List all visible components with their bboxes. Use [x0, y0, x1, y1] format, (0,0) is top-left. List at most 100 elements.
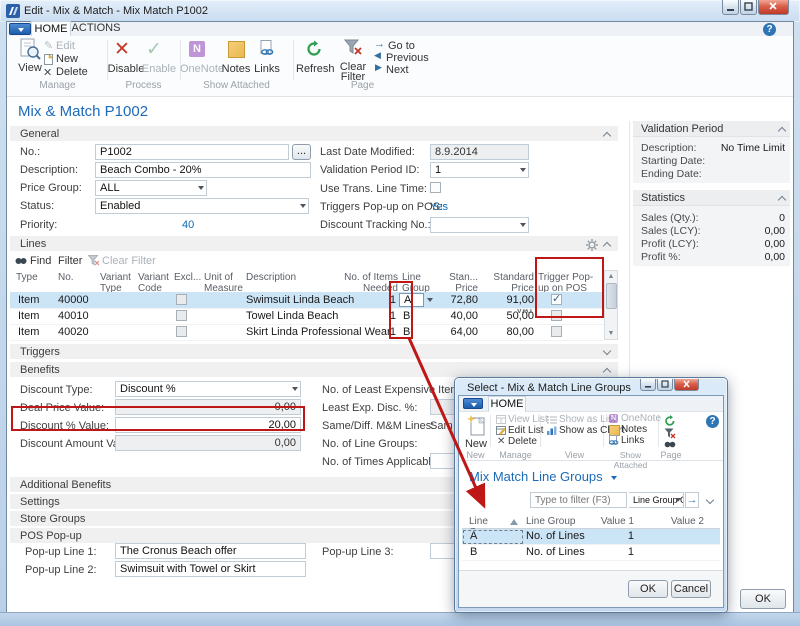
scroll-down-icon[interactable]: ▼ — [605, 328, 617, 339]
trigger-popup-checkbox[interactable] — [551, 326, 562, 337]
select-line-groups-dialog: Select - Mix & Match Line Groups HOME ? — [455, 378, 727, 612]
previous-button[interactable]: Previous — [386, 52, 429, 64]
no-assist-button[interactable]: ... — [292, 144, 311, 160]
section-triggers[interactable]: Triggers — [10, 344, 618, 360]
dialog-links-button[interactable]: Links — [621, 435, 644, 446]
price-group-select[interactable]: ALL — [95, 180, 207, 196]
dialog-tab-home[interactable]: HOME — [488, 396, 526, 412]
status-select[interactable]: Enabled — [95, 198, 309, 214]
tab-actions[interactable]: ACTIONS — [71, 21, 121, 36]
dialog-ok-button[interactable]: OK — [628, 580, 668, 598]
dialog-onenote-button: OneNote — [621, 413, 661, 424]
delete-button[interactable]: Delete — [56, 66, 88, 78]
status-label: Status: — [20, 200, 54, 212]
close-button[interactable] — [758, 0, 789, 15]
dialog-col-value1[interactable]: Value 1 — [588, 516, 634, 527]
help-icon[interactable]: ? — [763, 23, 776, 36]
col-trigger-popup[interactable]: Trigger Pop-up on POS — [538, 272, 598, 294]
dialog-page-title-caret-icon[interactable] — [611, 476, 617, 480]
same-diff-value[interactable]: Sam — [430, 420, 453, 432]
scrollbar-thumb[interactable] — [606, 283, 617, 309]
application-menu-button[interactable] — [9, 23, 31, 35]
stat-value[interactable]: 0 — [725, 212, 785, 224]
dialog-filter-column-caret-icon[interactable] — [675, 498, 681, 502]
description-field[interactable]: Beach Combo - 20% — [95, 162, 311, 178]
excl-checkbox[interactable] — [176, 326, 187, 337]
triggers-popup-value[interactable]: Yes — [430, 201, 448, 213]
col-variant-type[interactable]: Variant Type — [100, 272, 134, 294]
links-button[interactable]: Links — [252, 63, 282, 75]
dialog-app-menu-button[interactable] — [463, 398, 483, 409]
col-items-needed[interactable]: No. of Items Needed — [340, 272, 398, 294]
discount-tracking-select[interactable] — [430, 217, 529, 233]
trigger-popup-checkbox[interactable] — [551, 294, 562, 305]
tab-home[interactable]: HOME — [31, 21, 71, 37]
dialog-notes-button[interactable]: Notes — [621, 424, 647, 435]
line-group-edit-cell[interactable]: A — [399, 293, 424, 307]
section-lines[interactable]: Lines — [10, 236, 618, 252]
dialog-minimize-button[interactable] — [640, 379, 656, 391]
edit-button: Edit — [56, 40, 75, 52]
use-trans-checkbox[interactable] — [430, 182, 441, 193]
col-description[interactable]: Description — [246, 272, 336, 283]
edit-list-button[interactable]: Edit List — [508, 425, 544, 436]
dialog-table-row[interactable]: B No. of Lines 1 — [462, 545, 720, 561]
dialog-help-icon[interactable]: ? — [706, 415, 719, 428]
price-group-caret-icon[interactable] — [198, 186, 204, 190]
table-row[interactable]: Item 40010 Towel Linda Beach 1 B 40,00 5… — [10, 308, 604, 325]
discount-pct-field[interactable]: 20,00 — [115, 417, 301, 433]
priority-value[interactable]: 40 — [182, 219, 194, 231]
dialog-clear-filter-icon[interactable] — [664, 428, 676, 439]
dialog-delete-button[interactable]: Delete — [508, 436, 537, 447]
refresh-button[interactable]: Refresh — [296, 63, 332, 75]
dialog-close-button[interactable] — [674, 379, 699, 391]
validation-id-select[interactable]: 1 — [430, 162, 529, 178]
dialog-find-icon[interactable] — [664, 440, 676, 449]
title-bar[interactable]: Edit - Mix & Match - Mix Match P1002 — [0, 0, 800, 22]
col-line-group[interactable]: Line Group — [402, 272, 442, 294]
lines-find-button[interactable]: Find — [30, 255, 51, 267]
factbox-validation-header[interactable]: Validation Period — [633, 121, 790, 137]
table-row[interactable]: Item 40020 Skirt Linda Professional Wear… — [10, 324, 604, 341]
col-excl[interactable]: Excl... — [174, 272, 202, 283]
dialog-filter-go-button[interactable]: → — [685, 492, 699, 508]
maximize-button[interactable] — [740, 0, 757, 15]
col-type[interactable]: Type — [16, 272, 54, 283]
lines-filter-button[interactable]: Filter — [58, 255, 82, 267]
popup-line1-field[interactable]: The Cronus Beach offer — [115, 543, 306, 559]
col-unit-of-measure[interactable]: Unit of Measure — [204, 272, 244, 294]
status-caret-icon[interactable] — [300, 204, 306, 208]
dialog-new-button[interactable]: New — [461, 438, 491, 450]
new-button[interactable]: New — [56, 53, 78, 65]
goto-button[interactable]: Go to — [388, 40, 415, 52]
col-no[interactable]: No. — [58, 272, 94, 283]
trigger-popup-checkbox[interactable] — [551, 310, 562, 321]
dialog-filter-input[interactable] — [530, 492, 627, 508]
col-standard-price[interactable]: Stan... Price — [444, 272, 478, 294]
dialog-maximize-button[interactable] — [657, 379, 673, 391]
stat-value[interactable]: 0,00 — [725, 225, 785, 237]
col-variant-code[interactable]: Variant Code — [138, 272, 172, 294]
scroll-up-icon[interactable]: ▲ — [605, 271, 617, 282]
discount-type-select[interactable]: Discount % — [115, 381, 301, 397]
next-button[interactable]: Next — [386, 64, 409, 76]
excl-checkbox[interactable] — [176, 310, 187, 321]
minimize-button[interactable] — [722, 0, 739, 15]
discount-tracking-caret-icon[interactable] — [520, 223, 526, 227]
dialog-cancel-button[interactable]: Cancel — [671, 580, 711, 598]
dialog-col-value2[interactable]: Value 2 — [658, 516, 704, 527]
discount-type-caret-icon[interactable] — [292, 387, 298, 391]
customize-gear-icon[interactable] — [586, 239, 598, 251]
notes-button[interactable]: Notes — [220, 63, 252, 75]
popup-line2-field[interactable]: Swimsuit with Towel or Skirt — [115, 561, 306, 577]
main-ok-button[interactable]: OK — [740, 589, 786, 609]
section-general[interactable]: General — [10, 126, 618, 142]
no-field[interactable]: P1002 — [95, 144, 289, 160]
dialog-filter-expand-icon[interactable] — [706, 496, 714, 504]
line-group-caret-icon[interactable] — [427, 298, 433, 302]
validation-id-caret-icon[interactable] — [520, 168, 526, 172]
dialog-refresh-icon[interactable] — [664, 415, 676, 427]
section-benefits[interactable]: Benefits — [10, 362, 618, 378]
factbox-statistics-header[interactable]: Statistics — [633, 190, 790, 206]
excl-checkbox[interactable] — [176, 294, 187, 305]
